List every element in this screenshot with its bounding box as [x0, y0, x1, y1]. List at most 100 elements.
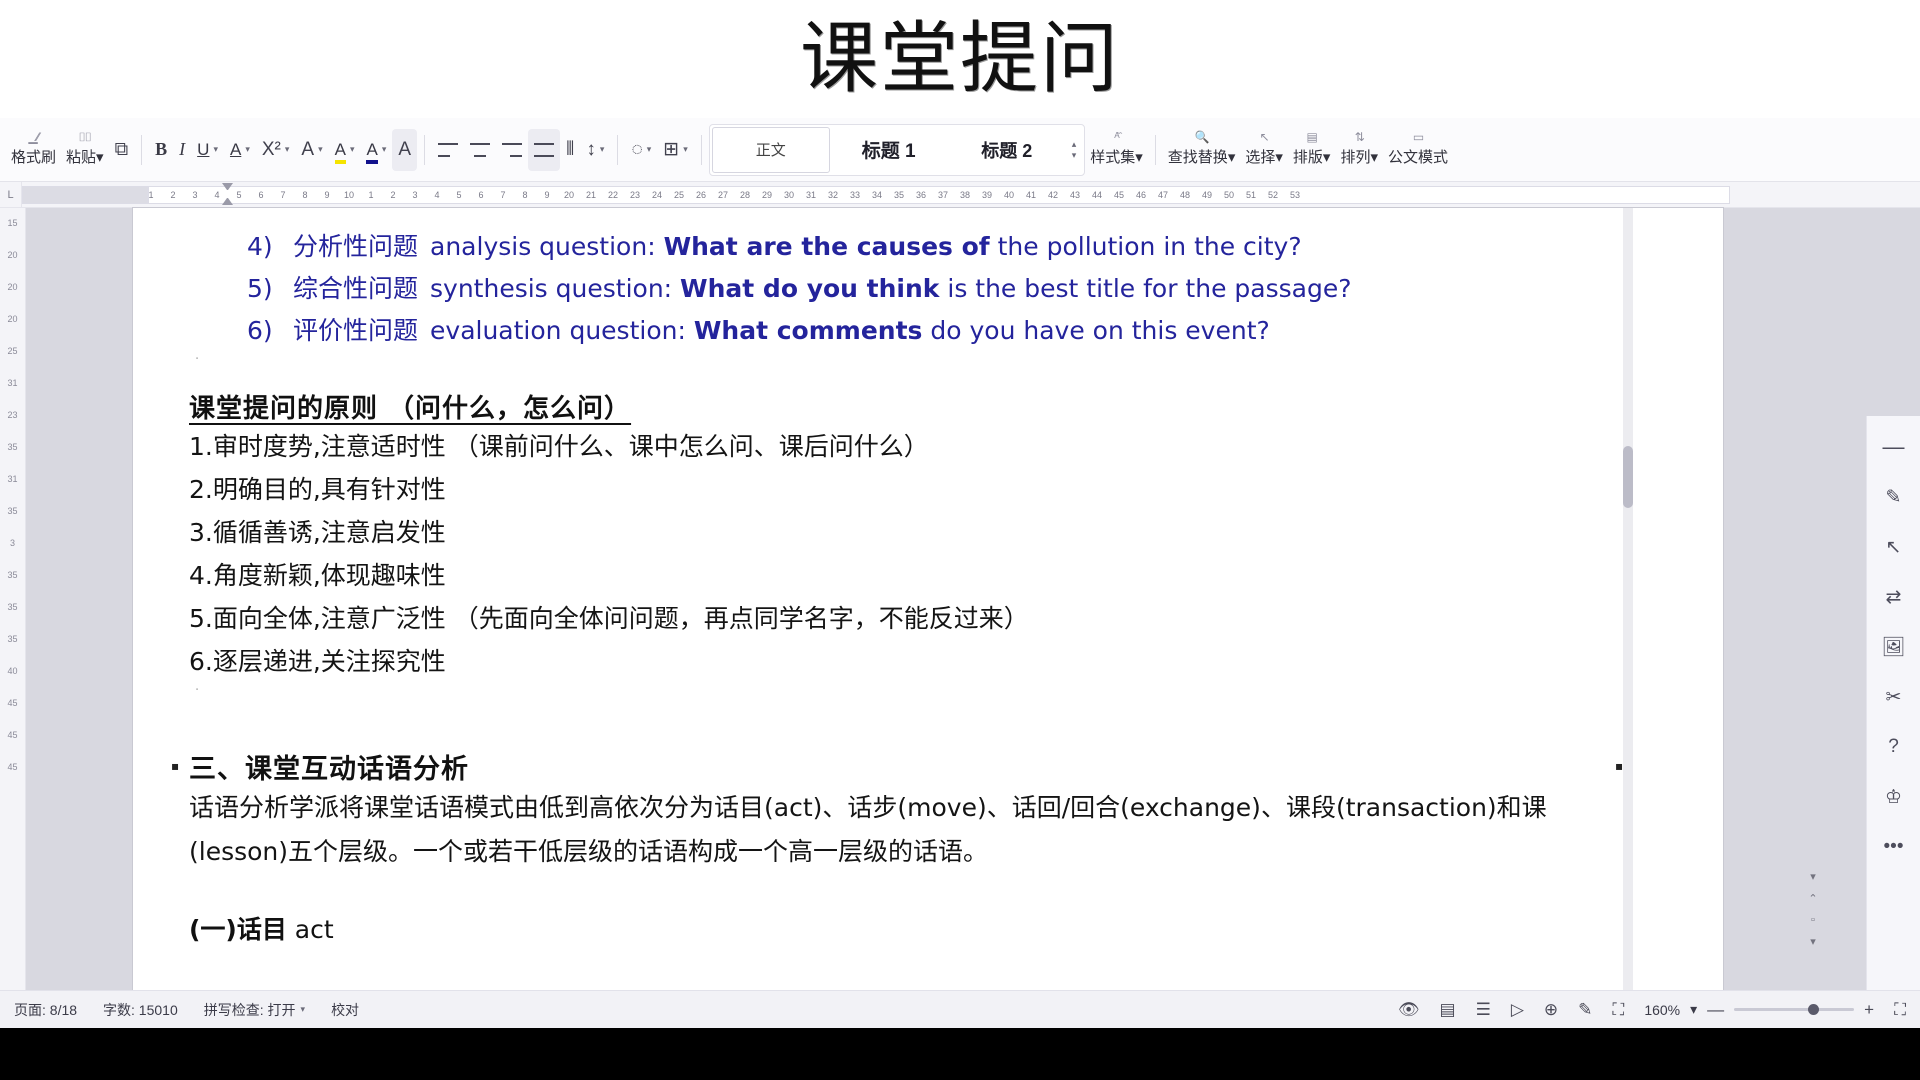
empty-paragraph	[185, 713, 1665, 747]
arrange-button[interactable]: ▤ 排版 ▾	[1288, 124, 1336, 176]
principles-heading: 课堂提问的原则 （问什么，怎么问）	[189, 394, 632, 424]
help-icon[interactable]: ?	[1877, 732, 1911, 762]
zoom-in-button[interactable]: +	[1864, 1000, 1874, 1020]
chevron-down-icon[interactable]: ▾	[1690, 1001, 1697, 1018]
fullscreen-icon[interactable]: ⛶	[1894, 1000, 1906, 1020]
chevron-down-icon[interactable]: ▾	[382, 144, 387, 155]
align-left-button[interactable]	[432, 129, 464, 171]
more-icon[interactable]: •••	[1877, 832, 1911, 862]
image-icon[interactable]: 🖼	[1877, 632, 1911, 662]
ruler-tick: 45	[1113, 189, 1124, 200]
divider	[700, 134, 702, 165]
pen-icon[interactable]: ✎	[1578, 1000, 1592, 1020]
word-count[interactable]: 字数: 15010	[103, 1000, 178, 1020]
clear-format-button[interactable]: A	[392, 128, 418, 171]
chevron-down-icon[interactable]: ▾	[285, 144, 290, 155]
hanging-indent-marker[interactable]	[222, 197, 233, 205]
chevron-down-icon[interactable]: ▾	[350, 144, 355, 155]
highlight-button[interactable]: A ▾	[329, 129, 361, 171]
ruler-corner-tab[interactable]: L	[0, 182, 22, 207]
cursor-icon[interactable]: ↖	[1877, 532, 1911, 562]
page-title: 课堂提问	[799, 14, 1120, 104]
shading-button[interactable]: ◌ ▾	[625, 129, 657, 171]
chevron-down-icon: ▾	[300, 1004, 306, 1014]
web-view-icon[interactable]: ☰	[1476, 1000, 1491, 1020]
text-effect-button[interactable]: A ▾	[295, 129, 328, 171]
document-body[interactable]: 4) 分析性问题 analysis question: What are the…	[171, 226, 1665, 946]
find-replace-button[interactable]: 🔍 查找替换 ▾	[1163, 124, 1241, 176]
italic-icon: I	[179, 139, 186, 159]
style-normal[interactable]: 正文	[711, 126, 830, 173]
styles-group: ᴬ᷈ 样式集 ▾	[1085, 118, 1148, 181]
font-color-button[interactable]: A ▾	[360, 129, 392, 171]
pen-icon[interactable]: ✎	[1877, 482, 1911, 512]
zoom-slider-knob[interactable]	[1808, 1004, 1820, 1015]
select-button[interactable]: ↖ 选择 ▾	[1240, 124, 1288, 176]
italic-button[interactable]: I	[173, 129, 191, 171]
proofread-button[interactable]: 校对	[331, 1000, 359, 1020]
superscript-button[interactable]: X² ▾	[256, 129, 296, 171]
paste-button[interactable]: ⌷⌷ 粘贴 ▾	[61, 124, 109, 176]
underline-button[interactable]: U ▾	[191, 129, 224, 171]
bold-button[interactable]: B	[149, 129, 173, 171]
reading-icon[interactable]: ▷	[1511, 1000, 1524, 1020]
eraser-icon[interactable]: ✂	[1877, 682, 1911, 712]
line-spacing-button[interactable]: ↕ ▾	[580, 129, 610, 171]
page-view-icon[interactable]: ▤	[1440, 1000, 1456, 1020]
zoom-out-button[interactable]: —	[1707, 1000, 1724, 1020]
ruler-tick: 34	[871, 189, 882, 200]
page-split-icon[interactable]: ⌃	[1808, 892, 1817, 905]
style-heading-2[interactable]: 标题 2	[948, 127, 1066, 173]
chevron-down-icon[interactable]: ▾	[213, 144, 218, 155]
style-set-button[interactable]: ᴬ᷈ 样式集 ▾	[1085, 124, 1148, 176]
chevron-down-icon[interactable]: ▾	[683, 144, 688, 155]
page-indicator[interactable]: 页面: 8/18	[14, 1000, 77, 1020]
align-right-button[interactable]	[496, 129, 528, 171]
next-page-icon[interactable]: ▾	[1810, 935, 1816, 948]
page-scrollbar[interactable]	[1623, 208, 1633, 990]
chevron-up-icon[interactable]: ▴	[1072, 139, 1077, 148]
chevron-down-icon: ▾	[1227, 148, 1236, 166]
chevron-down-icon[interactable]: ▾	[600, 144, 605, 155]
copy-button[interactable]: ⧉	[109, 129, 135, 171]
distribute-button[interactable]: ⦀	[560, 129, 580, 171]
format-painter-button[interactable]: ▁⁄⁄ 格式刷	[6, 124, 61, 176]
fullscreen-view-icon[interactable]: ⛶	[1612, 1000, 1624, 1020]
sort-button[interactable]: ⇅ 排列 ▾	[1335, 124, 1383, 176]
zoom-control[interactable]: 160% ▾ — +	[1644, 1000, 1874, 1020]
minimize-icon[interactable]: —	[1877, 432, 1911, 462]
ruler-tick: 51	[1245, 189, 1256, 200]
adjust-icon[interactable]: ⇄	[1877, 582, 1911, 612]
strikethrough-button[interactable]: A ▾	[224, 129, 256, 171]
chevron-down-icon[interactable]: ▾	[647, 144, 652, 155]
ruler-strip[interactable]: 1 2 3 4 5 6 7 8 9 10 1 2 3 4 5 6 7 8 9 20 21 22 23 24 25 26 27 28 29…	[22, 182, 1910, 205]
style-gallery-scroll[interactable]: ▴ ▾	[1066, 139, 1083, 159]
globe-icon[interactable]: ⊕	[1544, 1000, 1558, 1020]
chevron-down-icon[interactable]: ▾	[245, 144, 250, 155]
chevron-down-icon[interactable]: ▾	[1072, 150, 1077, 159]
gift-icon[interactable]: ♔	[1877, 782, 1911, 812]
horizontal-ruler[interactable]: L 1 2 3 4 5 6 7 8 9 10 1 2 3 4 5 6 7 8 9 20 21 22 23 24 25 26 27 28…	[0, 182, 1920, 208]
zoom-level-label[interactable]: 160%	[1644, 1002, 1680, 1018]
borders-button[interactable]: ⊞ ▾	[657, 129, 693, 171]
previous-page-icon[interactable]: ▾	[1810, 870, 1816, 883]
vertical-ruler-tick: 35	[7, 634, 18, 644]
first-line-indent-marker[interactable]	[222, 182, 233, 191]
zoom-slider[interactable]	[1734, 1004, 1855, 1015]
formula-mode-button[interactable]: ▭ 公文模式	[1383, 124, 1453, 176]
scrollbar-thumb[interactable]	[1623, 446, 1633, 508]
outline-collapse-icon[interactable]: ▪	[171, 759, 179, 773]
superscript-icon: X²	[261, 139, 281, 160]
spellcheck-status[interactable]: 拼写检查: 打开 ▾	[204, 1000, 305, 1020]
document-page[interactable]: 4) 分析性问题 analysis question: What are the…	[133, 208, 1723, 990]
chevron-down-icon[interactable]: ▾	[318, 144, 323, 155]
align-justify-button[interactable]	[528, 128, 561, 171]
style-heading-1[interactable]: 标题 1	[830, 127, 948, 173]
eye-icon[interactable]: 👁	[1398, 1000, 1420, 1020]
ruler-tick: 5	[456, 189, 462, 200]
page-navigation[interactable]: ▾ ⌃ ▫ ▾	[1802, 870, 1824, 948]
vertical-ruler-tick: 35	[7, 506, 18, 516]
page-select-icon[interactable]: ▫	[1811, 914, 1815, 926]
align-center-button[interactable]	[464, 129, 496, 171]
ruler-tick: 10	[343, 189, 354, 200]
